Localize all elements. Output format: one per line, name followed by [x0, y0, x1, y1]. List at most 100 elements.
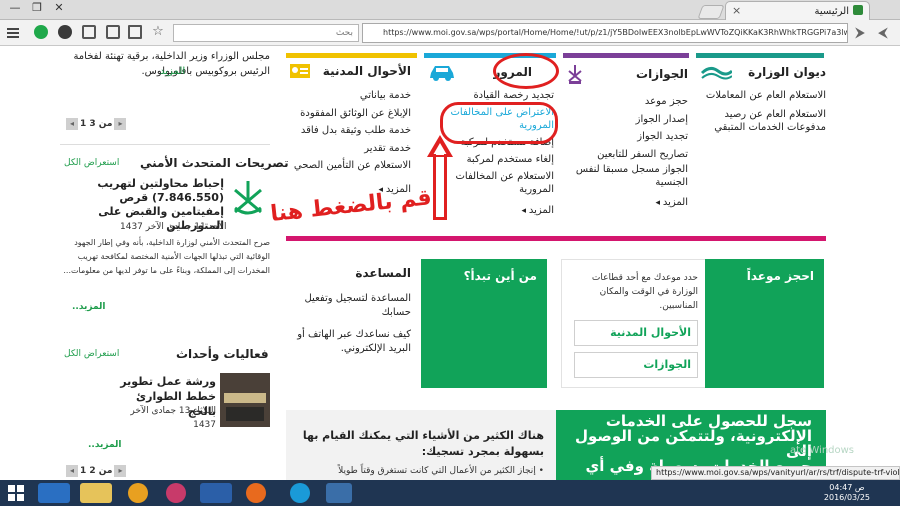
- avast-icon[interactable]: [128, 483, 148, 503]
- section-divider: [286, 236, 826, 241]
- app-circle-icon[interactable]: [166, 483, 186, 503]
- news-text-line-1: مجلس الوزراء وزير الداخلية، برقية تهنئة …: [73, 51, 270, 62]
- appointment-header[interactable]: احجز موعداً: [705, 259, 824, 388]
- pager2-prev-icon[interactable]: ◂: [66, 465, 78, 477]
- things-bullet: • إنجاز الكثير من الأعمال التي كانت تستغ…: [338, 466, 544, 476]
- things-panel: هناك الكثير من الأشياء التي يمكنك القيام…: [286, 410, 556, 480]
- search-input[interactable]: بحث: [173, 24, 359, 42]
- where-to-start-card[interactable]: من أين تبدأ؟: [421, 259, 547, 388]
- civil-link-health-insurance[interactable]: الاستعلام عن التأمين الصحي: [289, 157, 411, 175]
- window-close-button[interactable]: ✕: [46, 1, 72, 14]
- ministry-link-transactions[interactable]: الاستعلام العام عن المعاملات: [700, 89, 826, 102]
- id-card-icon: [290, 64, 310, 78]
- pager1-label: 1 من 3: [80, 119, 113, 129]
- ministry-topline: [696, 53, 824, 58]
- where-to-start-title: من أين تبدأ؟: [463, 269, 537, 283]
- civil-affairs-column: الأحوال المدنية خدمة بياناتي الإبلاغ عن …: [289, 63, 411, 199]
- passports-link-travel-permits[interactable]: تصاريح السفر للتابعين: [566, 146, 688, 164]
- annotation-circle-dispute: [440, 102, 558, 144]
- forward-button[interactable]: ⮞: [850, 23, 870, 43]
- page-content: ديوان الوزارة الاستعلام العام عن المعامل…: [0, 47, 900, 480]
- browser-toolbar: ☆ بحث https://www.moi.gov.sa/wps/portal/…: [0, 20, 900, 46]
- event-date: الثلاثاء 13 جمادى الآخر 1437: [130, 406, 216, 430]
- annotation-circle-traffic: [493, 53, 559, 89]
- events-pager[interactable]: ◂ 1 من 2 ▸: [64, 465, 144, 477]
- passports-emblem-icon: [568, 65, 582, 84]
- clock-time: 04:47 ص: [829, 483, 865, 492]
- help-contact-link[interactable]: كيف نساعدك عبر الهاتف أو البريد الإلكترو…: [295, 328, 411, 356]
- ministry-wave-icon: [700, 66, 732, 80]
- downloads-icon[interactable]: [82, 25, 96, 39]
- ministry-title[interactable]: ديوان الوزارة: [748, 65, 826, 79]
- word-icon[interactable]: [200, 483, 232, 503]
- ministry-link-balance[interactable]: الاستعلام العام عن رصيد مدفوعات الخدمات …: [700, 108, 826, 134]
- things-title: هناك الكثير من الأشياء التي يمكنك القيام…: [302, 429, 544, 458]
- civil-affairs-title[interactable]: الأحوال المدنية: [323, 64, 411, 78]
- skype-icon[interactable]: [290, 483, 310, 503]
- ministry-column: ديوان الوزارة الاستعلام العام عن المعامل…: [700, 63, 826, 134]
- back-button[interactable]: ⮜: [873, 23, 893, 43]
- clipboard-icon[interactable]: [128, 25, 142, 39]
- extension-emoji-icon[interactable]: [58, 25, 72, 39]
- passports-topline: [563, 53, 689, 58]
- favicon-icon: [853, 5, 863, 15]
- appointment-passports-button[interactable]: الجوازات: [574, 352, 698, 378]
- car-icon: [430, 66, 454, 81]
- tab-title: الرئيسية: [814, 6, 849, 17]
- civil-link-lost-documents[interactable]: الإبلاغ عن الوثائق المفقودة: [289, 105, 411, 123]
- pager2-label: 1 من 2: [80, 466, 113, 476]
- passports-more-link[interactable]: المزيد: [566, 194, 688, 213]
- sidebar-divider: [60, 144, 270, 145]
- civil-topline: [286, 53, 417, 58]
- passports-title[interactable]: الجوازات: [636, 67, 688, 81]
- taskbar: 04:47 ص 2016/03/25: [0, 480, 900, 506]
- appointment-title: احجز موعداً: [746, 269, 814, 283]
- passports-column: الجوازات حجز موعد إصدار الجواز تجديد الج…: [566, 63, 688, 213]
- security-more-link[interactable]: المزيد..: [72, 302, 106, 312]
- help-section: المساعدة المساعدة لتسجيل وتفعيل حسابك كي…: [295, 266, 411, 356]
- menu-icon[interactable]: [7, 28, 19, 38]
- security-head: تصريحات المتحدث الأمني: [140, 156, 289, 170]
- event-photo[interactable]: [220, 373, 270, 427]
- pager-prev-icon[interactable]: ◂: [66, 118, 78, 130]
- file-explorer-icon[interactable]: [80, 483, 112, 503]
- status-url: https://www.moi.gov.sa/wps/vanityurl/ar/…: [651, 466, 900, 480]
- chrome-app-icon[interactable]: [326, 483, 352, 503]
- security-news-body: صرح المتحدث الأمني لوزارة الداخلية، بأنه…: [63, 238, 270, 275]
- extension-green-icon[interactable]: [34, 25, 48, 39]
- pager2-next-icon[interactable]: ▸: [114, 465, 127, 477]
- start-windows-icon[interactable]: [8, 485, 24, 501]
- ie-icon[interactable]: [38, 483, 70, 503]
- address-bar[interactable]: https://www.moi.gov.sa/wps/portal/Home/H…: [362, 23, 848, 43]
- events-more-link[interactable]: المزيد..: [88, 440, 122, 450]
- news-pager[interactable]: ◂ 1 من 3 ▸: [64, 118, 144, 130]
- security-view-all-link[interactable]: استعراض الكل: [64, 158, 119, 168]
- firefox-icon[interactable]: [246, 483, 266, 503]
- events-head: فعاليات وأحداث: [176, 347, 269, 361]
- passports-link-registered[interactable]: الجواز مسجل مسبقا لنفس الجنسية: [566, 163, 688, 189]
- traffic-link-license-renewal[interactable]: تجديد رخصة القيادة: [428, 89, 554, 102]
- civil-link-replacement[interactable]: خدمة طلب وثيقة بدل فاقد: [289, 122, 411, 140]
- events-view-all-link[interactable]: استعراض الكل: [64, 349, 119, 359]
- register-line-2: الإلكترونية، ولتتمكن من الوصول إلى: [574, 427, 812, 460]
- passports-link-appointment[interactable]: حجز موعد: [566, 93, 688, 111]
- passports-link-issue[interactable]: إصدار الجواز: [566, 111, 688, 129]
- appointment-text: حدد موعدك مع أحد قطاعات الوزارة في الوقت…: [591, 273, 698, 311]
- civil-link-estimate[interactable]: خدمة تقدير: [289, 140, 411, 158]
- civil-link-my-data[interactable]: خدمة بياناتي: [289, 87, 411, 105]
- annotation-arrow-shaft: [433, 154, 447, 220]
- activate-windows-watermark: ate Windows: [790, 445, 855, 456]
- help-register-link[interactable]: المساعدة لتسجيل وتفعيل حسابك: [295, 292, 411, 320]
- taskbar-clock[interactable]: 04:47 ص 2016/03/25: [824, 483, 870, 503]
- news-more-link[interactable]: المزيد: [160, 64, 185, 79]
- bookmarks-icon[interactable]: [106, 25, 120, 39]
- tab-close-icon[interactable]: ×: [732, 4, 741, 17]
- browser-tab[interactable]: الرئيسية ×: [725, 1, 870, 20]
- appointment-civil-button[interactable]: الأحوال المدنية: [574, 320, 698, 346]
- help-title: المساعدة: [355, 266, 411, 280]
- sidebar-news: مجلس الوزراء وزير الداخلية، برقية تهنئة …: [64, 49, 270, 79]
- pager-next-icon[interactable]: ▸: [114, 118, 127, 130]
- passports-link-renew[interactable]: تجديد الجواز: [566, 128, 688, 146]
- star-icon[interactable]: ☆: [151, 25, 165, 39]
- security-news-date: الأحد 11 جمادى الآخر 1437: [120, 222, 227, 232]
